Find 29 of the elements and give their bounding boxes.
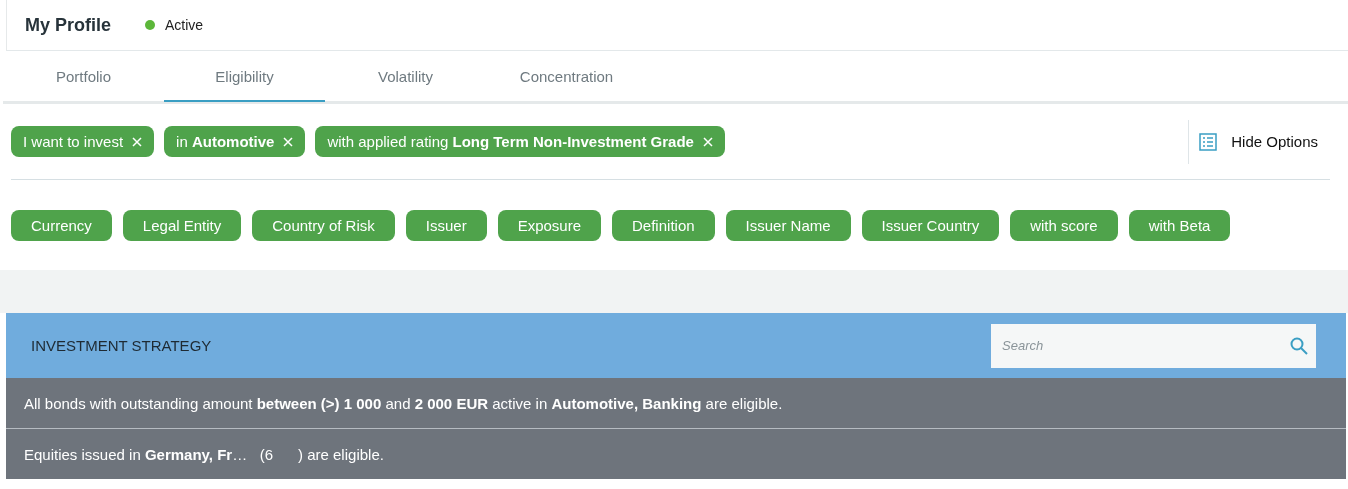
page-title: My Profile bbox=[25, 14, 112, 36]
filter-text: with applied rating Long Term Non-Investment Grade bbox=[327, 133, 694, 150]
option-chip[interactable]: with Beta bbox=[1128, 209, 1231, 241]
option-chip[interactable]: with score bbox=[1010, 209, 1118, 241]
status-label: Active bbox=[165, 17, 204, 33]
close-icon[interactable] bbox=[702, 136, 713, 147]
option-chip[interactable]: Country of Risk bbox=[252, 209, 395, 241]
tab[interactable]: Volatility bbox=[325, 51, 486, 102]
close-icon[interactable] bbox=[283, 136, 294, 147]
search-icon bbox=[1290, 336, 1308, 355]
filter-text: I want to invest bbox=[23, 133, 124, 150]
close-icon[interactable] bbox=[132, 136, 143, 147]
list-icon bbox=[1199, 132, 1218, 151]
tab[interactable]: Eligibility bbox=[164, 51, 325, 102]
strategy-text: Equities issued in Germany, Fr… (6 ) are eligible. bbox=[24, 445, 384, 463]
tab[interactable]: Portfolio bbox=[3, 51, 164, 102]
filter-text: in Automotive bbox=[176, 133, 275, 150]
search-field[interactable]: Search bbox=[991, 323, 1316, 368]
option-chip[interactable]: Definition bbox=[612, 209, 715, 241]
option-chip[interactable]: Issuer Country bbox=[861, 209, 1000, 241]
option-chip[interactable]: Issuer bbox=[405, 209, 487, 241]
option-chip[interactable]: Currency bbox=[11, 209, 112, 241]
strategy-title: INVESTMENT STRATEGY bbox=[31, 337, 212, 354]
hide-options-button[interactable]: Hide Options bbox=[1188, 119, 1330, 164]
option-chip[interactable]: Issuer Name bbox=[725, 209, 851, 241]
option-chip[interactable]: Legal Entity bbox=[122, 209, 242, 241]
tab[interactable]: Concentration bbox=[486, 51, 647, 102]
strategy-text: All bonds with outstanding amount between (>) 1 000 and 2 000 EUR active in Automotive, Banking are eligible. bbox=[24, 394, 783, 412]
option-chip[interactable]: Exposure bbox=[497, 209, 602, 241]
